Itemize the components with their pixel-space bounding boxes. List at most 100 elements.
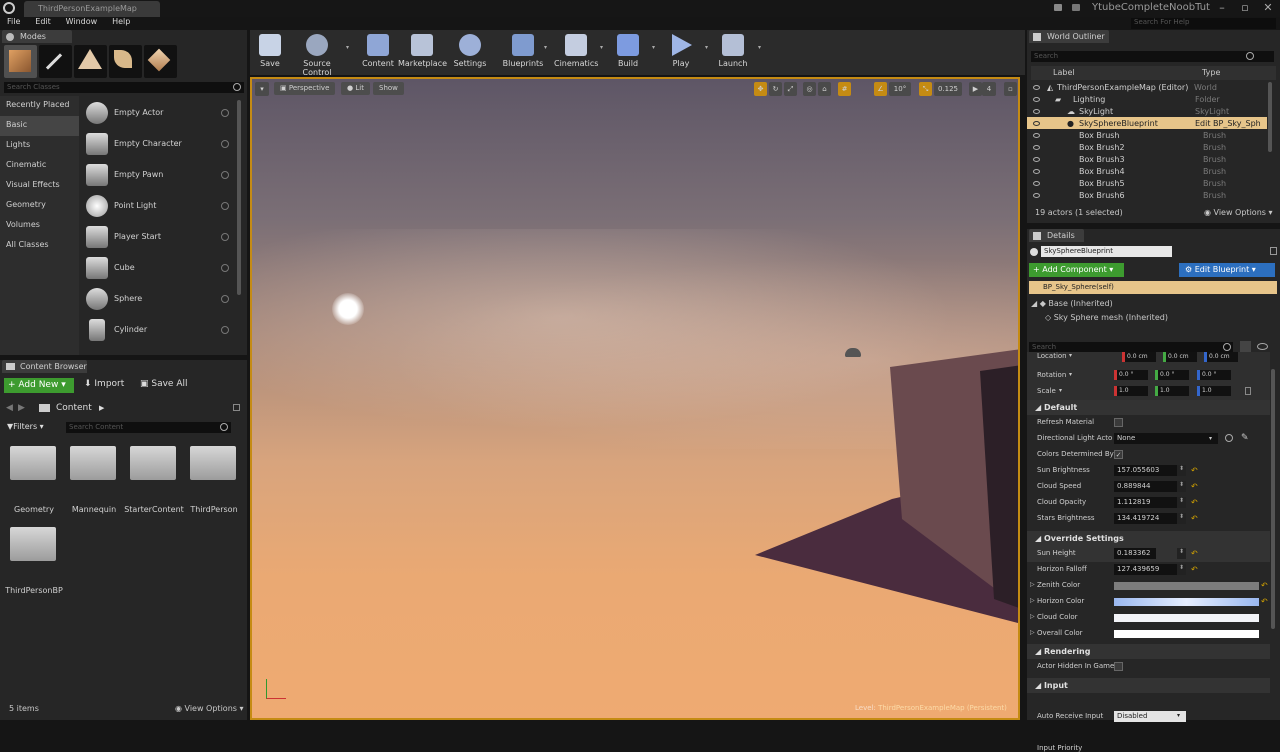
colors-determined-checkbox[interactable]: ✓ (1114, 450, 1123, 459)
build-button[interactable]: Build (614, 32, 642, 74)
browse-search-icon[interactable] (1225, 434, 1233, 442)
camera-speed-icon[interactable]: ▶ (969, 82, 982, 96)
rotation-dropdown-icon[interactable]: ▾ (1069, 371, 1072, 378)
location-y[interactable]: 0.0 cm (1163, 352, 1197, 362)
save-all-button[interactable]: ▣ Save All (140, 379, 188, 389)
spinner-icon[interactable]: ⬍ (1177, 548, 1186, 559)
sun-height-input[interactable]: 0.183362 (1114, 548, 1156, 559)
rotation-z[interactable]: 0.0 ° (1197, 370, 1231, 380)
auto-receive-input-select[interactable]: Disabled (1114, 711, 1186, 722)
save-button[interactable]: Save (254, 32, 286, 74)
expand-arrow-icon[interactable]: ▷ (1030, 581, 1035, 588)
reset-arrow-icon[interactable]: ↶ (1261, 597, 1268, 606)
help-search-input[interactable]: Search For Help (1131, 18, 1276, 29)
search-content-input[interactable]: Search Content (66, 422, 231, 433)
details-scrollbar[interactable] (1271, 369, 1275, 629)
edit-blueprint-button[interactable]: ⚙ Edit Blueprint ▾ (1179, 263, 1275, 277)
notification-icon[interactable] (1072, 4, 1080, 11)
dropdown-arrow-icon[interactable]: ▾ (1177, 712, 1180, 719)
menu-help[interactable]: Help (112, 17, 130, 26)
foliage-mode-icon[interactable] (109, 45, 142, 78)
eye-icon[interactable] (1033, 156, 1040, 162)
show-button[interactable]: Show (373, 82, 404, 95)
category-all-classes[interactable]: All Classes (0, 236, 79, 256)
forward-arrow-icon[interactable]: ▶ (18, 403, 25, 413)
category-geometry[interactable]: Geometry (0, 196, 79, 216)
scale-z[interactable]: 1.0 (1197, 386, 1231, 396)
add-new-button[interactable]: + Add New ▾ (4, 378, 74, 393)
property-matrix-icon[interactable] (1240, 341, 1251, 352)
overall-color-swatch[interactable] (1114, 630, 1259, 638)
location-dropdown-icon[interactable]: ▾ (1069, 352, 1072, 359)
eyedropper-icon[interactable]: ✎ (1241, 433, 1249, 443)
perspective-button[interactable]: ▣ Perspective (274, 82, 336, 95)
eye-icon[interactable] (1033, 192, 1040, 198)
lock-icon[interactable] (1270, 247, 1277, 255)
scale-snap-value[interactable]: 0.125 (934, 82, 962, 96)
level-tab[interactable]: ThirdPersonExampleMap (24, 1, 160, 17)
component-base-row[interactable]: ◢ ◆ Base (Inherited) (1031, 299, 1113, 308)
category-visual-effects[interactable]: Visual Effects (0, 176, 79, 196)
scale-lock-icon[interactable] (1245, 387, 1251, 395)
input-section-header[interactable]: ◢ Input (1027, 678, 1270, 693)
scale-snap-icon[interactable]: ⤡ (919, 82, 932, 96)
default-section-header[interactable]: ◢ Default (1027, 400, 1270, 415)
tree-row[interactable]: Box Brush3 Brush (1027, 153, 1267, 165)
class-item-cylinder[interactable]: Cylinder (80, 314, 235, 345)
stars-brightness-input[interactable]: 134.419724 (1114, 513, 1186, 524)
spinner-icon[interactable]: ⬍ (1177, 465, 1186, 476)
component-self-row[interactable]: BP_Sky_Sphere(self) (1029, 281, 1277, 294)
eye-icon[interactable] (1033, 168, 1040, 174)
expand-arrow-icon[interactable]: ▷ (1030, 629, 1035, 636)
breadcrumb-content[interactable]: Content (56, 403, 92, 413)
launch-dropdown-icon[interactable]: ▾ (758, 44, 761, 51)
lock-icon[interactable] (233, 404, 240, 411)
spinner-icon[interactable]: ⬍ (1177, 513, 1186, 524)
class-item-point-light[interactable]: Point Light (80, 190, 235, 221)
world-outliner-tab[interactable]: World Outliner (1029, 30, 1109, 43)
location-x[interactable]: 0.0 cm (1122, 352, 1156, 362)
expand-arrow-icon[interactable]: ▷ (1030, 597, 1035, 604)
info-icon[interactable] (221, 201, 229, 210)
spinner-icon[interactable]: ⬍ (1177, 564, 1186, 575)
source-control-button[interactable]: Source Control (288, 32, 346, 77)
category-recently-placed[interactable]: Recently Placed (0, 96, 79, 116)
folder-thirdpersonbp[interactable]: ThirdPersonBP (2, 527, 66, 595)
back-arrow-icon[interactable]: ◀ (6, 403, 13, 413)
import-button[interactable]: ⬇ Import (84, 379, 124, 389)
rotate-icon[interactable]: ↻ (769, 82, 782, 96)
expand-arrow-icon[interactable]: ▷ (1030, 613, 1035, 620)
maximize-button[interactable]: ▫ (1234, 0, 1256, 16)
place-mode-icon[interactable] (4, 45, 37, 78)
surface-snap-icon[interactable]: ⌂ (818, 82, 831, 96)
play-button[interactable]: Play (666, 32, 696, 74)
column-type[interactable]: Type (1202, 68, 1220, 77)
reset-arrow-icon[interactable]: ↶ (1191, 549, 1198, 558)
cloud-color-swatch[interactable] (1114, 614, 1259, 622)
search-icon[interactable] (1223, 343, 1231, 351)
landscape-mode-icon[interactable] (74, 45, 107, 78)
cinematics-dropdown-icon[interactable]: ▾ (600, 44, 603, 51)
play-dropdown-icon[interactable]: ▾ (705, 44, 708, 51)
marketplace-button[interactable]: Marketplace (398, 32, 447, 74)
scale-y[interactable]: 1.0 (1155, 386, 1189, 396)
build-dropdown-icon[interactable]: ▾ (652, 44, 655, 51)
tree-row[interactable]: Box Brush Brush (1027, 129, 1267, 141)
rotation-y[interactable]: 0.0 ° (1155, 370, 1189, 380)
actor-hidden-checkbox[interactable] (1114, 662, 1123, 671)
world-local-icon[interactable]: ◎ (803, 82, 816, 96)
tree-row[interactable]: ▰ Lighting Folder (1027, 93, 1267, 105)
eye-icon[interactable] (1033, 132, 1040, 138)
search-icon[interactable] (233, 83, 241, 91)
info-icon[interactable] (221, 263, 229, 272)
close-button[interactable]: ✕ (1257, 0, 1279, 16)
horizon-falloff-input[interactable]: 127.439659 (1114, 564, 1186, 575)
rotation-snap-icon[interactable]: ∠ (874, 82, 887, 96)
tree-row-selected[interactable]: ● SkySphereBlueprint Edit BP_Sky_Sph (1027, 117, 1267, 129)
lit-button[interactable]: ● Lit (341, 82, 370, 95)
sun-brightness-input[interactable]: 157.055603 (1114, 465, 1186, 476)
eye-icon[interactable] (1033, 144, 1040, 150)
paint-mode-icon[interactable] (39, 45, 72, 78)
horizon-color-swatch[interactable] (1114, 598, 1259, 606)
rotation-snap-value[interactable]: 10° (889, 82, 911, 96)
